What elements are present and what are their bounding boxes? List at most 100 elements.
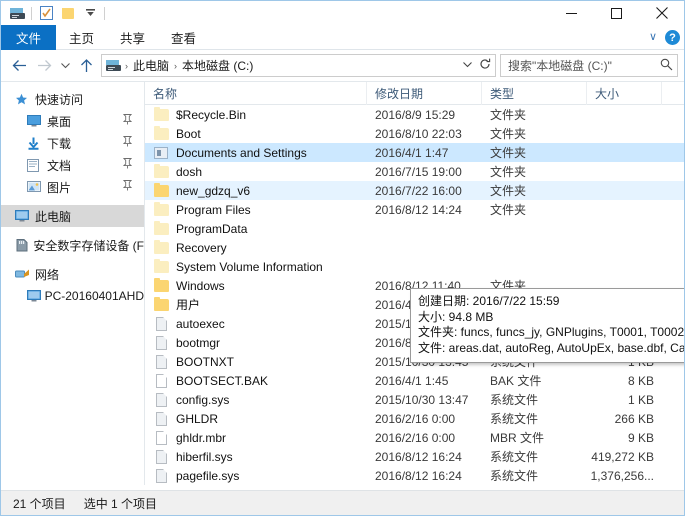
close-button[interactable]: [639, 1, 684, 25]
title-bar: [1, 1, 684, 25]
cell-type: 系统文件: [482, 391, 587, 408]
new-folder-icon[interactable]: [57, 3, 79, 23]
explorer-icon[interactable]: [6, 3, 28, 23]
customize-chevron-icon[interactable]: [79, 3, 101, 23]
table-row[interactable]: Boot2016/8/10 22:03文件夹: [145, 124, 684, 143]
maximize-button[interactable]: [594, 1, 639, 25]
cell-name: new_gdzq_v6: [145, 183, 367, 198]
table-row[interactable]: System Volume Information: [145, 257, 684, 276]
sidebar-label-quick-access: 快速访问: [35, 91, 83, 108]
folder-dim-icon: [154, 204, 169, 216]
table-row[interactable]: pagefile.sys2016/8/12 16:24系统文件1,376,256…: [145, 466, 684, 485]
folder-icon: [154, 299, 169, 311]
minimize-button[interactable]: [549, 1, 594, 25]
file-name: new_gdzq_v6: [176, 184, 250, 198]
tab-file[interactable]: 文件: [1, 25, 56, 50]
table-row[interactable]: GHLDR2016/2/16 0:00系统文件266 KB: [145, 409, 684, 428]
pin-icon-pictures[interactable]: [123, 180, 132, 194]
ribbon-right-controls: ∨ ?: [649, 25, 680, 50]
breadcrumb-this-pc[interactable]: 此电脑: [129, 57, 173, 74]
table-row[interactable]: ProgramData: [145, 219, 684, 238]
file-name: BOOTNXT: [176, 355, 234, 369]
sidebar-item-quick-access[interactable]: 快速访问: [1, 88, 144, 110]
file-name: ProgramData: [176, 222, 247, 236]
cell-type: 文件夹: [482, 201, 587, 218]
chevron-down-icon[interactable]: ∨: [649, 32, 657, 43]
cell-type: BAK 文件: [482, 372, 587, 389]
folder-dim-icon: [154, 223, 169, 235]
cell-name: Boot: [145, 126, 367, 141]
address-bar[interactable]: › 此电脑 › 本地磁盘 (C:): [101, 54, 496, 77]
tab-home[interactable]: 主页: [56, 25, 107, 50]
tooltip-created-date: 创建日期: 2016/7/22 15:59: [418, 294, 684, 310]
status-bar: 21 个项目 选中 1 个项目: [1, 490, 684, 515]
sidebar-item-pc-20160401ahd[interactable]: PC-20160401AHD: [1, 285, 144, 307]
sidebar-item-downloads[interactable]: 下载: [1, 132, 144, 154]
forward-button[interactable]: [32, 54, 57, 78]
toolbar-divider: [31, 7, 32, 20]
tab-share[interactable]: 共享: [107, 25, 158, 50]
table-row[interactable]: Recovery: [145, 238, 684, 257]
sidebar-item-pictures[interactable]: 图片: [1, 176, 144, 198]
ribbon-tab-bar: 文件 主页 共享 查看 ∨ ?: [1, 25, 684, 50]
search-icon[interactable]: [660, 58, 673, 74]
table-row[interactable]: dosh2016/7/15 19:00文件夹: [145, 162, 684, 181]
download-icon: [27, 137, 45, 150]
sidebar-label-downloads: 下载: [47, 135, 71, 152]
sidebar-item-desktop[interactable]: 桌面: [1, 110, 144, 132]
column-header-type[interactable]: 类型: [482, 82, 587, 105]
cell-size: 9 KB: [587, 431, 662, 445]
cell-date: 2015/10/30 13:47: [367, 393, 482, 407]
folder-dim-icon: [154, 109, 169, 121]
sidebar-item-this-pc[interactable]: 此电脑: [1, 205, 144, 227]
back-button[interactable]: [7, 54, 32, 78]
cell-date: 2016/8/9 15:29: [367, 108, 482, 122]
cell-name: Program Files: [145, 202, 367, 217]
column-header-name[interactable]: 名称: [145, 82, 367, 105]
sidebar-item-network[interactable]: 网络: [1, 263, 144, 285]
sd-card-icon: [15, 239, 31, 252]
sidebar-gap-3: [1, 256, 144, 263]
this-pc-icon: [15, 210, 33, 222]
breadcrumb-local-disk[interactable]: 本地磁盘 (C:): [178, 57, 257, 74]
file-name: Windows: [176, 279, 225, 293]
pin-icon-documents[interactable]: [123, 158, 132, 172]
sidebar-label-network: 网络: [35, 266, 59, 283]
table-row[interactable]: $Recycle.Bin2016/8/9 15:29文件夹: [145, 105, 684, 124]
cell-date: 2016/7/15 19:00: [367, 165, 482, 179]
refresh-icon[interactable]: [476, 58, 493, 73]
explorer-body: 快速访问 桌面 下载: [1, 81, 684, 485]
cell-type: 文件夹: [482, 182, 587, 199]
cell-type: MBR 文件: [482, 429, 587, 446]
window-controls: [549, 1, 684, 25]
table-row[interactable]: Program Files2016/8/12 14:24文件夹: [145, 200, 684, 219]
cell-date: 2016/4/1 1:45: [367, 374, 482, 388]
address-dropdown-icon[interactable]: [459, 60, 476, 71]
table-row[interactable]: Documents and Settings2016/4/1 1:47文件夹: [145, 143, 684, 162]
column-header-date[interactable]: 修改日期: [367, 82, 482, 105]
table-row[interactable]: new_gdzq_v62016/7/22 16:00文件夹: [145, 181, 684, 200]
recent-locations-button[interactable]: [57, 54, 74, 78]
properties-icon[interactable]: [35, 3, 57, 23]
tab-view[interactable]: 查看: [158, 25, 209, 50]
tooltip-folders: 文件夹: funcs, funcs_jy, GNPlugins, T0001, …: [418, 325, 684, 341]
search-input[interactable]: 搜索"本地磁盘 (C:)": [500, 54, 678, 77]
file-name: ghldr.mbr: [176, 431, 226, 445]
pin-icon-desktop[interactable]: [123, 114, 132, 128]
cell-type: 系统文件: [482, 467, 587, 484]
cell-type: 文件夹: [482, 163, 587, 180]
column-header-size[interactable]: 大小: [587, 82, 662, 105]
help-icon[interactable]: ?: [665, 30, 680, 45]
table-row[interactable]: BOOTSECT.BAK2016/4/1 1:45BAK 文件8 KB: [145, 371, 684, 390]
cell-name: bootmgr: [145, 335, 367, 350]
computer-icon: [27, 290, 43, 302]
sidebar-item-documents[interactable]: 文档: [1, 154, 144, 176]
pin-icon-downloads[interactable]: [123, 136, 132, 150]
table-row[interactable]: ghldr.mbr2016/2/16 0:00MBR 文件9 KB: [145, 428, 684, 447]
up-button[interactable]: [74, 54, 99, 78]
cell-name: BOOTNXT: [145, 354, 367, 369]
sidebar-item-sd-storage[interactable]: 安全数字存储设备 (F: [1, 234, 144, 256]
table-row[interactable]: hiberfil.sys2016/8/12 16:24系统文件419,272 K…: [145, 447, 684, 466]
table-row[interactable]: config.sys2015/10/30 13:47系统文件1 KB: [145, 390, 684, 409]
pictures-icon: [27, 181, 45, 193]
